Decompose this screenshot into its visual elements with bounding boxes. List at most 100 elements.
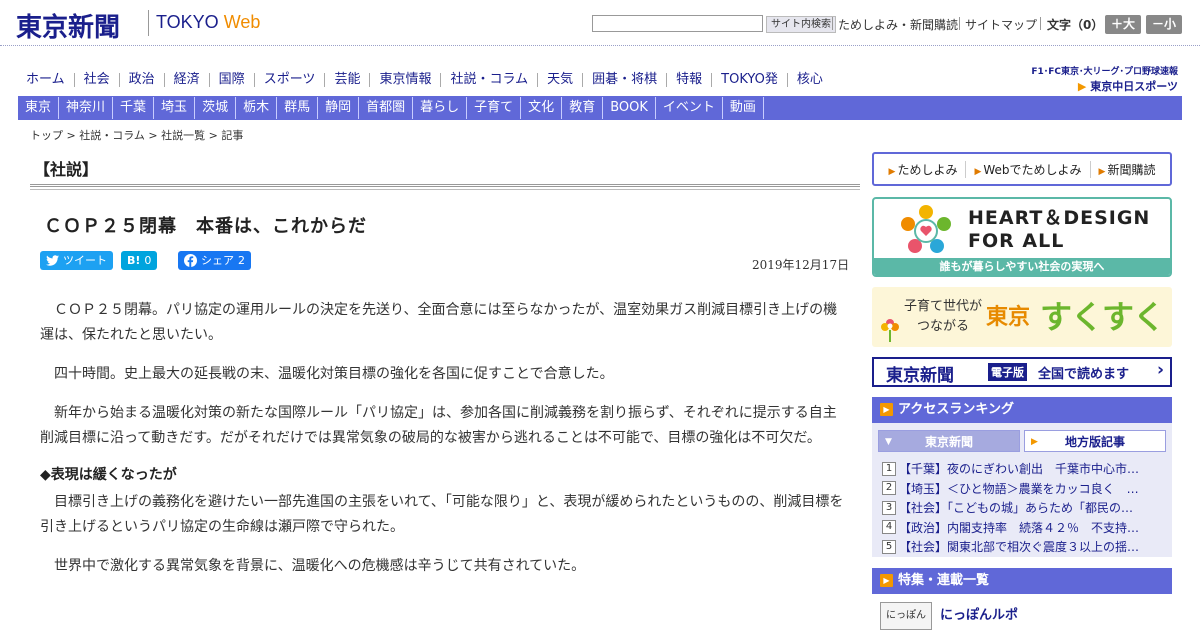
nav-region-item[interactable]: 神奈川 [59,97,114,119]
heart-design-title-line1: HEART＆DESIGN [968,207,1151,229]
ranking-list: 1 【千葉】夜のにぎわい創出 千葉市中心市… 2 【埼玉】＜ひと物語＞農業をカッコ良く… [882,459,1166,557]
tab-ranking-regional[interactable]: ▶ 地方版記事 [1024,430,1166,452]
nav-main-item[interactable]: TOKYO発 [711,73,787,87]
article-paragraph: ＣＯＰ２５閉幕。パリ協定の運用ルールの決定を先送り、全面合意には至らなかったが、… [40,302,838,343]
nav-region-item[interactable]: 文化 [521,97,563,119]
tab-ranking-tokyo[interactable]: ▼ 東京新聞 [878,430,1020,452]
article-date: 2019年12月17日 [752,258,850,272]
nav-main-item[interactable]: 経済 [163,73,209,87]
sukusuku-title-tokyo: 東京 [986,305,1031,330]
sukusuku-tagline-2: つながる [917,319,970,334]
text-size-up-button[interactable]: ＋大 [1105,15,1141,34]
breadcrumb-item[interactable]: 社説一覧 [161,129,205,142]
triangle-right-icon: ▶ [888,166,896,177]
nav-region-item[interactable]: 動画 [723,97,764,119]
nav-main-item[interactable]: 政治 [118,73,164,87]
nav-main-item[interactable]: 社会 [73,73,119,87]
header-divider [832,17,833,30]
nav-region-item[interactable]: 子育て [467,97,522,119]
epaper-logo: 東京新聞 [886,366,954,386]
heart-design-emblem-icon [901,205,951,253]
ranking-title: 【社会】「こどもの城」あらため「都民の… [899,501,1134,516]
sukusuku-title: すくすく [1040,298,1165,336]
heart-design-title-line2: FOR ALL [968,230,1065,252]
nav-main-item[interactable]: 特報 [666,73,711,87]
ranking-item[interactable]: 3 【社会】「こどもの城」あらため「都民の… [882,498,1166,518]
subscribe-web-trial-link[interactable]: ▶ Webでためしよみ [965,160,1089,178]
breadcrumb-item[interactable]: 社説・コラム [79,129,145,142]
nav-region-item[interactable]: イベント [656,97,723,119]
facebook-share-button[interactable]: シェア 2 [178,251,251,270]
chunichi-sports-link[interactable]: F1･FC東京･大リーグ･プロ野球速報 ▶ 東京中日スポーツ [1030,64,1178,94]
ranking-item[interactable]: 4 【政治】内閣支持率 続落４２％ 不支持… [882,518,1166,538]
nav-main-item[interactable]: 東京情報 [369,73,440,87]
hatena-count: 0 [144,254,152,267]
features-heading: ▶ 特集・連載一覧 [872,568,1172,594]
epaper-banner[interactable]: 東京新聞 電子版 全国で読めます › [872,357,1172,387]
nav-region-item[interactable]: 暮らし [413,97,468,119]
breadcrumb-separator: > [205,129,222,142]
nav-main-item[interactable]: ホーム [18,73,74,87]
nav-main-item[interactable]: 芸能 [324,73,369,87]
chunichi-arrow-icon: ▶ [1077,80,1087,93]
article-paragraph: 四十時間。史上最大の延長戦の末、温暖化対策目標の強化を各国に促すことで合意した。 [54,366,614,382]
logo-web-text: Web [223,12,261,32]
tokyo-sukusuku-banner[interactable]: 子育て世代が つながる 東京 すくすく [872,287,1172,347]
site-search-input[interactable] [592,15,763,32]
subscribe-web-trial-label: Webでためしよみ [983,162,1082,177]
nav-region-item[interactable]: 教育 [562,97,604,119]
nav-region-item[interactable]: 首都圏 [359,97,414,119]
twitter-bird-icon [46,255,59,266]
site-logo[interactable]: 東京新聞 [16,7,120,44]
subscribe-trial-label: ためしよみ [897,162,958,177]
tweet-button[interactable]: ツイート [40,251,113,270]
ranking-title: 【政治】内閣支持率 続落４２％ 不支持… [899,520,1140,535]
triangle-right-icon: ▶ [1098,166,1106,177]
nav-main-item[interactable]: 国際 [208,73,254,87]
nav-main-item[interactable]: 社説・コラム [440,73,537,87]
nav-region-item[interactable]: 栃木 [236,97,278,119]
nav-region-item[interactable]: 群馬 [277,97,319,119]
nav-region-item[interactable]: 静岡 [318,97,360,119]
ranking-item[interactable]: 5 【社会】関東北部で相次ぐ震度３以上の揺… [882,537,1166,557]
facebook-icon [184,254,197,267]
nav-main-item[interactable]: 天気 [537,73,582,87]
feature-title: にっぽんルポ [940,608,1019,623]
epaper-tag: 電子版 [988,363,1027,381]
triangle-right-icon: ▶ [974,166,982,177]
ranking-title: 【社会】関東北部で相次ぐ震度３以上の揺… [899,540,1140,555]
site-search-button[interactable]: サイト内検索 [766,16,836,33]
article-subheading: ◆表現は緩くなったが [40,467,177,483]
article-paragraph: 新年から始まる温暖化対策の新たな国際ルール「パリ協定」は、参加各国に削減義務を割… [40,405,837,446]
nav-region-item[interactable]: 埼玉 [154,97,196,119]
heart-design-banner[interactable]: HEART＆DESIGN FOR ALL 誰もが暮らしやすい社会の実現へ [872,197,1172,277]
tab-ranking-tokyo-label: 東京新聞 [924,435,973,449]
triangle-down-icon: ▼ [885,437,892,447]
nav-main-item[interactable]: 核心 [786,73,832,87]
breadcrumb: トップ > 社説・コラム > 社説一覧 > 記事 [30,127,243,143]
ranking-item[interactable]: 2 【埼玉】＜ひと物語＞農業をカッコ良く … [882,479,1166,499]
tokyo-web-logo[interactable]: TOKYO Web [156,12,260,33]
facebook-share-label: シェア [201,254,234,267]
hatena-bookmark-button[interactable]: B! 0 [121,251,158,270]
nav-region-item[interactable]: 千葉 [113,97,155,119]
nav-main-item[interactable]: スポーツ [253,73,325,87]
text-size-down-button[interactable]: －小 [1146,15,1182,34]
subscribe-newspaper-link[interactable]: ▶ 新聞購読 [1089,160,1164,178]
breadcrumb-item: 記事 [221,129,244,142]
triangle-right-icon: ▶ [880,403,893,416]
breadcrumb-item[interactable]: トップ [30,129,63,142]
chunichi-sports-tagline: F1･FC東京･大リーグ･プロ野球速報 [1031,67,1178,77]
nav-main-item[interactable]: 囲碁・将棋 [582,73,666,87]
subscribe-trial-link[interactable]: ▶ ためしよみ [881,161,966,178]
sitemap-link[interactable]: サイトマップ [965,16,1037,33]
feature-item[interactable]: にっぽん にっぽんルポ [880,600,1170,630]
nav-region-item[interactable]: BOOK [603,97,656,119]
ranking-number: 5 [882,539,896,554]
ranking-item[interactable]: 1 【千葉】夜のにぎわい創出 千葉市中心市… [882,459,1166,479]
trial-subscribe-link[interactable]: ためしよみ・新聞購読 [838,16,958,33]
subscribe-newspaper-label: 新聞購読 [1107,162,1156,177]
chunichi-sports-logo: ▶ 東京中日スポーツ [1030,78,1178,94]
nav-region-item[interactable]: 東京 [18,97,60,119]
nav-region-item[interactable]: 茨城 [195,97,237,119]
